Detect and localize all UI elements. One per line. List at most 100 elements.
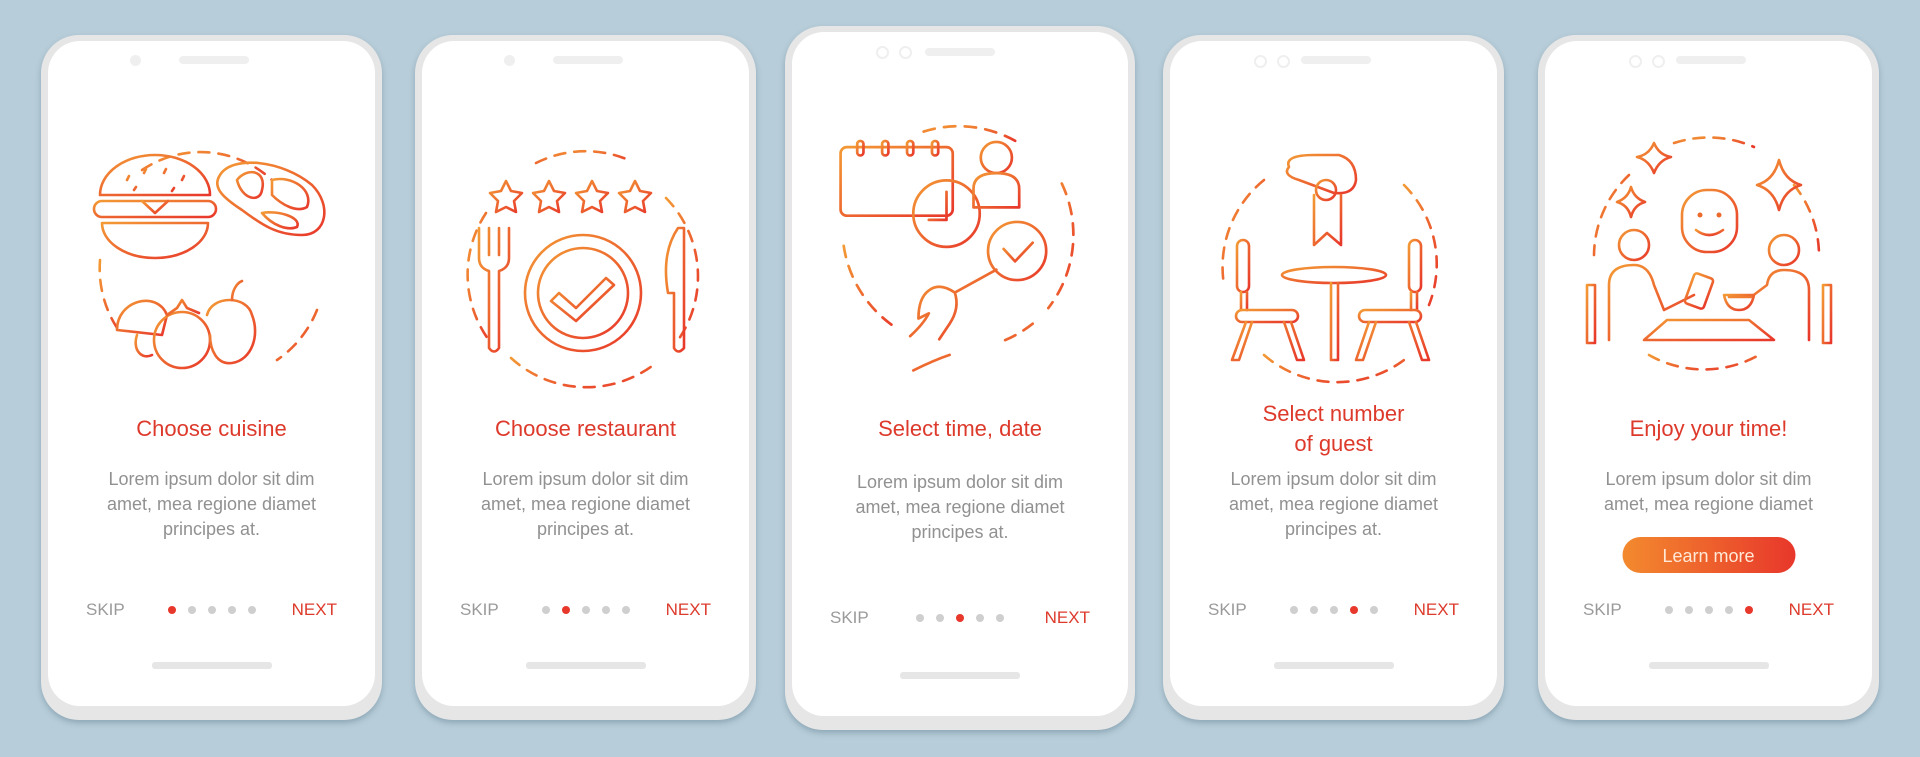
page-indicator: [1664, 606, 1753, 614]
skip-button[interactable]: SKIP: [86, 597, 125, 623]
screen-title: Select number of guest: [1170, 399, 1497, 459]
screen-title: Enjoy your time!: [1545, 414, 1872, 444]
screen-description: Lorem ipsum dolor sit dim amet, mea regi…: [1200, 467, 1467, 542]
body-line: amet, mea regione diamet: [855, 497, 1065, 517]
learn-more-button[interactable]: Learn more: [1622, 537, 1795, 573]
front-camera: [876, 46, 889, 59]
dining-together-icon: [1585, 136, 1832, 371]
phone-screen-4: Select number of guest Lorem ipsum dolor…: [1163, 35, 1504, 720]
screen-description: Lorem ipsum dolor sit dim amet, mea regi…: [822, 470, 1098, 545]
home-indicator: [1648, 662, 1769, 669]
page-dot-active[interactable]: [561, 606, 570, 614]
page-indicator: [1289, 606, 1378, 614]
body-line: Lorem ipsum dolor sit dim: [1605, 469, 1812, 489]
screen: Choose cuisine Lorem ipsum dolor sit dim…: [48, 41, 375, 706]
home-indicator: [1273, 662, 1394, 669]
onboarding-nav: SKIP NEXT: [422, 597, 749, 623]
page-dot[interactable]: [601, 606, 610, 614]
page-dot[interactable]: [1704, 606, 1713, 614]
screen-description: Lorem ipsum dolor sit dim amet, mea regi…: [78, 467, 345, 542]
page-dot-active[interactable]: [956, 614, 964, 622]
screen: Select number of guest Lorem ipsum dolor…: [1170, 41, 1497, 706]
next-button[interactable]: NEXT: [666, 597, 711, 623]
food-cuisine-icon: [92, 150, 326, 370]
page-dot[interactable]: [1289, 606, 1298, 614]
page-dot[interactable]: [916, 614, 924, 622]
onboarding-nav: SKIP NEXT: [1170, 597, 1497, 623]
page-dot-active[interactable]: [1744, 606, 1753, 614]
body-line: Lorem ipsum dolor sit dim: [1230, 469, 1437, 489]
next-button[interactable]: NEXT: [1414, 597, 1459, 623]
phone-screen-5: Enjoy your time! Lorem ipsum dolor sit d…: [1538, 35, 1879, 720]
page-dot[interactable]: [996, 614, 1004, 622]
page-dot[interactable]: [227, 606, 236, 614]
title-line: Select number: [1262, 401, 1405, 426]
front-camera: [504, 55, 515, 66]
body-line: Lorem ipsum dolor sit dim: [108, 469, 315, 489]
speaker: [925, 48, 995, 56]
phone-screen-3: Select time, date Lorem ipsum dolor sit …: [785, 26, 1135, 730]
page-dot[interactable]: [187, 606, 196, 614]
page-dot[interactable]: [207, 606, 216, 614]
body-line: amet, mea regione diamet: [106, 494, 317, 514]
page-dot[interactable]: [1329, 606, 1338, 614]
speaker: [1301, 56, 1371, 64]
phone-screen-1: Choose cuisine Lorem ipsum dolor sit dim…: [41, 35, 382, 720]
screen-description: Lorem ipsum dolor sit dim amet, mea regi…: [452, 467, 719, 542]
page-dot[interactable]: [1369, 606, 1378, 614]
screen: Enjoy your time! Lorem ipsum dolor sit d…: [1545, 41, 1872, 706]
body-line: amet, mea regione diamet: [480, 494, 691, 514]
screen-description: Lorem ipsum dolor sit dim amet, mea regi…: [1575, 467, 1842, 517]
page-dot[interactable]: [247, 606, 256, 614]
page-indicator: [541, 606, 630, 614]
next-button[interactable]: NEXT: [292, 597, 337, 623]
body-line: principes at.: [911, 522, 1009, 542]
restaurant-rating-icon: [465, 149, 699, 389]
skip-button[interactable]: SKIP: [1208, 597, 1247, 623]
body-line: amet, mea regione diamet: [1603, 494, 1814, 514]
screen-title: Choose cuisine: [48, 414, 375, 444]
front-sensor: [899, 46, 912, 59]
page-dot[interactable]: [1724, 606, 1733, 614]
page-dot-active[interactable]: [1349, 606, 1358, 614]
onboarding-nav: SKIP NEXT: [48, 597, 375, 623]
page-dot[interactable]: [936, 614, 944, 622]
skip-button[interactable]: SKIP: [1583, 597, 1622, 623]
page-dot[interactable]: [976, 614, 984, 622]
page-dot-active[interactable]: [167, 606, 176, 614]
skip-button[interactable]: SKIP: [830, 605, 869, 631]
page-dot[interactable]: [621, 606, 630, 614]
body-line: principes at.: [162, 519, 261, 539]
screen-title: Choose restaurant: [422, 414, 749, 444]
page-dot[interactable]: [1664, 606, 1673, 614]
page-dot[interactable]: [541, 606, 550, 614]
speaker: [553, 56, 623, 64]
page-dot[interactable]: [1684, 606, 1693, 614]
calendar-clock-icon: [839, 124, 1075, 372]
front-sensor: [1277, 55, 1290, 68]
speaker: [179, 56, 249, 64]
next-button[interactable]: NEXT: [1789, 597, 1834, 623]
page-indicator: [916, 614, 1004, 622]
speaker: [1676, 56, 1746, 64]
table-reservation-icon: [1220, 153, 1438, 384]
body-line: principes at.: [1284, 519, 1383, 539]
page-dot[interactable]: [581, 606, 590, 614]
title-line: Choose restaurant: [495, 416, 676, 441]
next-button[interactable]: NEXT: [1045, 605, 1090, 631]
body-line: principes at.: [536, 519, 635, 539]
title-line: Choose cuisine: [136, 416, 287, 441]
screen-title: Select time, date: [792, 414, 1128, 444]
title-line: of guest: [1294, 431, 1373, 456]
front-camera: [1254, 55, 1267, 68]
onboarding-nav: SKIP NEXT: [792, 605, 1128, 631]
page-dot[interactable]: [1309, 606, 1318, 614]
body-line: Lorem ipsum dolor sit dim: [856, 472, 1064, 492]
page-indicator: [167, 606, 256, 614]
front-sensor: [1652, 55, 1665, 68]
front-camera: [1629, 55, 1642, 68]
front-camera: [130, 55, 141, 66]
title-line: Enjoy your time!: [1629, 416, 1788, 441]
home-indicator: [900, 672, 1020, 679]
skip-button[interactable]: SKIP: [460, 597, 499, 623]
